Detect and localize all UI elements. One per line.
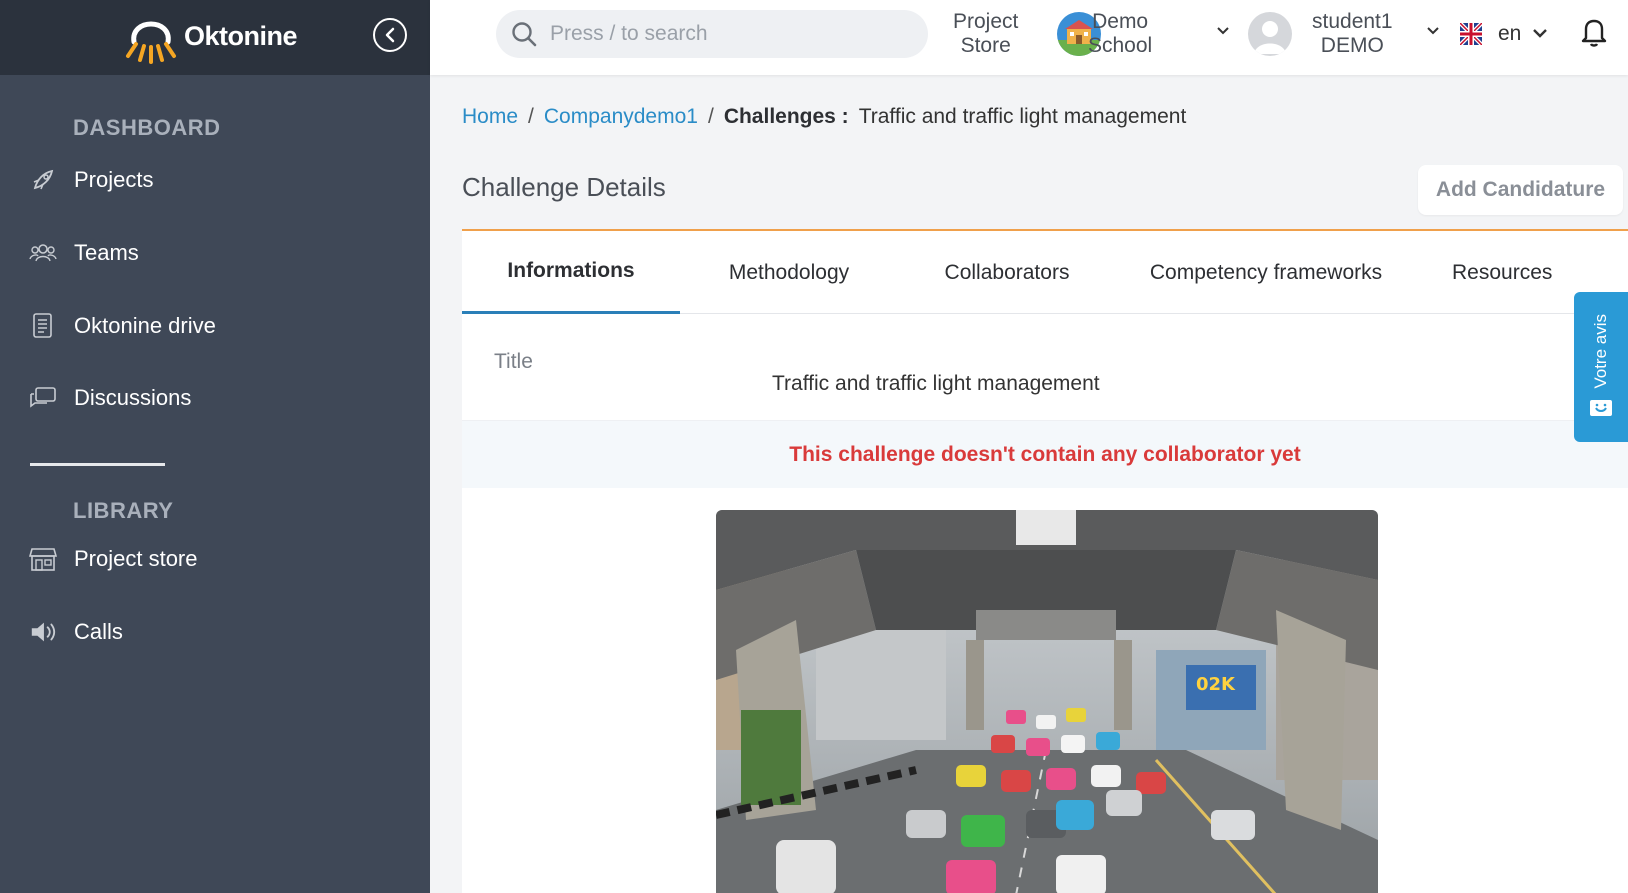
sidebar-item-label: Oktonine drive	[74, 313, 216, 338]
search-icon	[512, 22, 537, 47]
breadcrumb-home-link[interactable]: Home	[462, 105, 518, 129]
brand-name: Oktonine	[184, 20, 298, 51]
sidebar: Oktonine DASHBOARD Projects Teams Oktoni…	[0, 0, 430, 893]
user-menu[interactable]: student1 DEMO	[1312, 10, 1393, 58]
challenge-card: Informations Methodology Collaborators C…	[462, 229, 1628, 893]
chevron-left-icon	[385, 27, 395, 43]
project-store-label-line1: Project	[953, 10, 1019, 33]
bell-icon[interactable]	[1580, 16, 1608, 48]
tab-informations[interactable]: Informations	[462, 231, 680, 314]
breadcrumb-company-link[interactable]: Companydemo1	[544, 105, 698, 129]
chevron-down-icon[interactable]	[1532, 28, 1548, 39]
tab-methodology[interactable]: Methodology	[680, 231, 898, 314]
sidebar-item-label: Calls	[74, 619, 123, 644]
chevron-down-icon[interactable]	[1216, 26, 1230, 36]
project-store-label-line2: Store	[960, 34, 1011, 57]
search-bar[interactable]	[496, 10, 928, 58]
language-selector[interactable]: en	[1498, 22, 1521, 46]
tab-collaborators[interactable]: Collaborators	[898, 231, 1116, 314]
project-store-link[interactable]: Project Store	[953, 10, 1018, 58]
feedback-tab[interactable]: Votre avis	[1574, 292, 1628, 442]
sidebar-item-label: Projects	[74, 167, 154, 192]
section-title-dashboard: DASHBOARD	[73, 115, 221, 140]
document-icon	[29, 312, 57, 340]
school-label-line2: School	[1088, 34, 1153, 57]
title-value: Traffic and traffic light management	[772, 372, 1100, 395]
uk-flag-icon	[1460, 23, 1482, 45]
sidebar-item-projects[interactable]: Projects	[29, 160, 153, 200]
sidebar-item-calls[interactable]: Calls	[29, 612, 123, 652]
tab-competency-frameworks[interactable]: Competency frameworks	[1116, 231, 1416, 314]
top-bar: Project Store Demo School student1 DEMO …	[430, 0, 1628, 75]
breadcrumb-section: Challenges :	[723, 105, 849, 128]
language-code: en	[1498, 22, 1522, 45]
sidebar-item-project-store[interactable]: Project store	[29, 539, 198, 579]
feedback-label: Votre avis	[1591, 313, 1610, 389]
sidebar-item-label: Teams	[74, 240, 139, 265]
tab-bar: Informations Methodology Collaborators C…	[462, 231, 1628, 314]
challenge-image: 02K	[716, 510, 1378, 893]
sidebar-item-teams[interactable]: Teams	[29, 233, 139, 273]
user-name: student1	[1312, 10, 1393, 33]
school-label-line1: Demo	[1092, 10, 1149, 33]
smiley-chat-icon	[1590, 400, 1612, 417]
add-candidature-button[interactable]: Add Candidature	[1418, 165, 1623, 215]
title-row: Title Traffic and traffic light manageme…	[462, 315, 1628, 420]
speaker-icon	[29, 618, 57, 646]
sidebar-item-label: Project store	[74, 546, 198, 571]
section-title-library: LIBRARY	[73, 498, 174, 523]
breadcrumb-separator: /	[528, 105, 534, 128]
breadcrumb-separator: /	[707, 105, 714, 128]
collaborator-alert: This challenge doesn't contain any colla…	[462, 420, 1628, 488]
title-label: Title	[494, 350, 533, 373]
chat-icon	[29, 384, 57, 412]
breadcrumb-current: Traffic and traffic light management	[858, 105, 1187, 128]
people-icon	[29, 239, 57, 267]
store-icon	[29, 545, 57, 573]
sidebar-divider	[30, 463, 165, 466]
avatar[interactable]	[1248, 12, 1292, 56]
collapse-sidebar-button[interactable]	[373, 18, 407, 52]
svg-text:02K: 02K	[1196, 674, 1236, 695]
alert-message: This challenge doesn't contain any colla…	[789, 442, 1301, 466]
chevron-down-icon[interactable]	[1426, 26, 1440, 36]
search-input[interactable]	[550, 22, 910, 46]
sidebar-item-drive[interactable]: Oktonine drive	[29, 306, 216, 346]
sidebar-header: Oktonine	[0, 0, 430, 75]
sidebar-item-label: Discussions	[74, 385, 192, 410]
user-org: DEMO	[1320, 34, 1384, 57]
page-title: Challenge Details	[462, 172, 666, 202]
sidebar-item-discussions[interactable]: Discussions	[29, 378, 191, 418]
octopus-logo-icon	[126, 21, 176, 64]
rocket-icon	[29, 166, 57, 194]
breadcrumb: Home / Companydemo1 / Challenges : Traff…	[462, 105, 1186, 129]
school-selector[interactable]: Demo School	[1088, 10, 1152, 58]
brand-logo[interactable]: Oktonine	[122, 8, 298, 64]
